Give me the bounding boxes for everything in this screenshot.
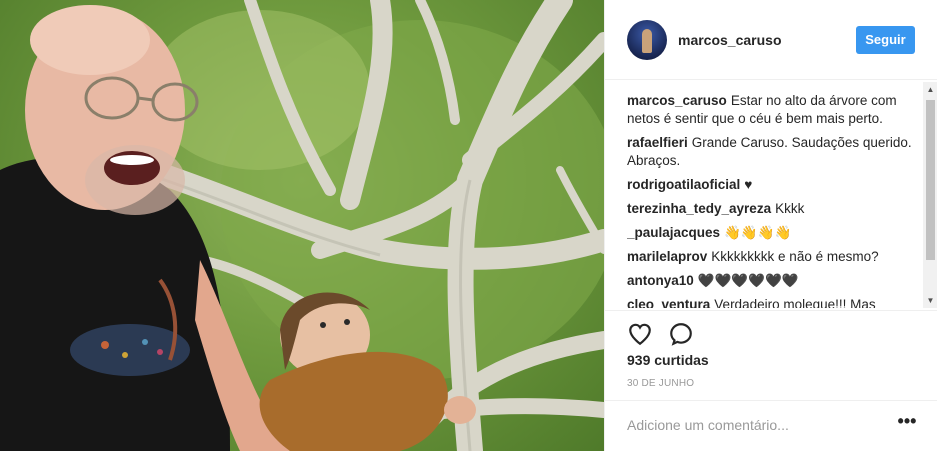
- comments-list: marcos_caruso Estar no alto da árvore com…: [627, 92, 913, 308]
- heart-icon[interactable]: [627, 321, 653, 347]
- comment-text: 🖤🖤🖤🖤🖤🖤: [697, 273, 799, 288]
- scroll-up-icon[interactable]: ▲: [923, 82, 937, 97]
- comment-text: Kkkkkkkkk e não é mesmo?: [711, 249, 879, 264]
- comment-item: cleo_ventura Verdadeiro moleque!!! Mas: [627, 296, 913, 308]
- comment-input[interactable]: [627, 415, 877, 435]
- avatar-figure: [642, 29, 652, 53]
- comment-username[interactable]: marilelaprov: [627, 249, 707, 264]
- comment-item: _paulajacques 👋👋👋👋: [627, 224, 913, 242]
- photo-illustration: [0, 0, 604, 451]
- caption: marcos_caruso Estar no alto da árvore com…: [627, 92, 913, 128]
- likes-count[interactable]: 939 curtidas: [627, 352, 709, 368]
- post-sidebar: marcos_caruso Seguir marcos_caruso Estar …: [604, 0, 937, 451]
- comment-text: Verdadeiro moleque!!! Mas: [714, 297, 876, 308]
- more-options-button[interactable]: •••: [897, 412, 917, 435]
- comments-scrollbar[interactable]: ▲ ▼: [923, 82, 937, 308]
- comment-username[interactable]: cleo_ventura: [627, 297, 710, 308]
- comment-bubble-icon[interactable]: [668, 321, 694, 347]
- comment-item: rodrigoatilaoficial ♥: [627, 176, 913, 194]
- post-photo[interactable]: [0, 0, 604, 451]
- comment-item: marilelaprov Kkkkkkkkk e não é mesmo?: [627, 248, 913, 266]
- scroll-down-icon[interactable]: ▼: [923, 293, 937, 308]
- post-date[interactable]: 30 DE JUNHO: [627, 378, 694, 389]
- comment-item: rafaelfieri Grande Caruso. Saudações quer…: [627, 134, 913, 170]
- comment-item: antonya10 🖤🖤🖤🖤🖤🖤: [627, 272, 913, 290]
- post-actions: 939 curtidas 30 DE JUNHO: [605, 310, 937, 400]
- comment-username[interactable]: rodrigoatilaoficial: [627, 177, 740, 192]
- comment-text: Kkkk: [775, 201, 805, 216]
- comment-item: terezinha_tedy_ayreza Kkkk: [627, 200, 913, 218]
- comment-text: ♥: [744, 177, 753, 192]
- comment-username[interactable]: antonya10: [627, 273, 694, 288]
- follow-button[interactable]: Seguir: [856, 26, 915, 54]
- comment-username[interactable]: terezinha_tedy_ayreza: [627, 201, 771, 216]
- post-username[interactable]: marcos_caruso: [678, 32, 782, 48]
- comment-text: 👋👋👋👋: [724, 225, 792, 240]
- add-comment-section: •••: [605, 400, 937, 451]
- post-header: marcos_caruso Seguir: [605, 0, 937, 80]
- scroll-thumb[interactable]: [926, 100, 935, 260]
- comment-username[interactable]: _paulajacques: [627, 225, 720, 240]
- avatar[interactable]: [627, 20, 667, 60]
- comment-username[interactable]: rafaelfieri: [627, 135, 688, 150]
- caption-username[interactable]: marcos_caruso: [627, 93, 727, 108]
